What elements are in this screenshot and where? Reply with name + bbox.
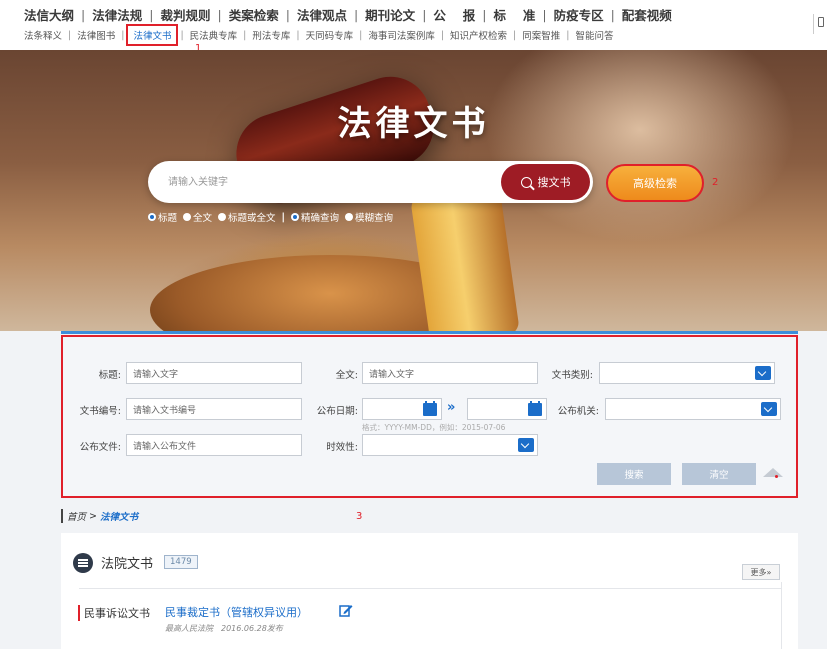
nav-item-standards[interactable]: 标 准 [493,5,535,24]
subnav-item-ip[interactable]: 知识产权检索 [450,28,507,42]
advanced-search-button[interactable]: 高级检索 [606,164,704,202]
phone-icon [818,17,824,27]
subnav-item-tiantong[interactable]: 天同码专库 [306,28,354,42]
subnav-item-interpretation[interactable]: 法条释义 [24,28,62,42]
form-search-button[interactable]: 搜索 [597,463,671,485]
collapse-triangle-icon[interactable] [763,468,783,477]
list-icon [73,553,93,573]
breadcrumb-separator: > [89,510,97,522]
document-title-link[interactable]: 民事裁定书（管辖权异议用） [165,604,308,620]
page-title: 法律文书 [337,104,490,144]
search-input[interactable] [166,173,486,191]
double-arrow-icon: » [447,400,456,415]
search-bar: 搜文书 [148,161,593,203]
docno-input[interactable]: 请输入文书编号 [126,398,302,420]
breadcrumb-home[interactable]: 首页 [67,509,86,523]
nav-item-videos[interactable]: 配套视频 [622,5,672,24]
radio-icon [218,213,227,221]
nav-item-gazette[interactable]: 公 报 [433,5,475,24]
match-option-label: 模糊查询 [355,213,394,224]
search-options: 标题 全文 标题或全文 | 精确查询 模糊查询 [148,210,399,224]
nav-item-outline[interactable]: 法信大纲 [24,5,74,24]
subnav-item-civil-code[interactable]: 民法典专库 [190,28,238,42]
title-input[interactable]: 请输入文字 [126,362,302,384]
subnav-item-qa[interactable]: 智能问答 [575,28,613,42]
more-button[interactable]: 更多» [742,564,780,580]
match-option-exact[interactable]: 精确查询 [291,210,339,224]
form-clear-button[interactable]: 清空 [682,463,756,485]
scope-option-either[interactable]: 标题或全文 [218,210,276,224]
edit-icon[interactable] [339,603,353,617]
subnav-item-similar-cases[interactable]: 同案智推 [522,28,560,42]
breadcrumb-current: 法律文书 [99,512,138,523]
scope-option-label: 标题或全文 [228,213,276,224]
scope-option-label: 标题 [158,213,178,224]
fulltext-label: 全文: [335,370,358,381]
nav-item-journals[interactable]: 期刊论文 [365,5,415,24]
scope-option-title[interactable]: 标题 [148,210,177,224]
search-button[interactable]: 搜文书 [501,164,590,200]
validity-label: 时效性: [326,442,358,453]
title-label: 标题: [98,370,121,381]
advanced-search-label: 高级检索 [633,177,677,190]
subnav-item-maritime[interactable]: 海事司法案例库 [368,28,435,42]
subnav-item-documents[interactable]: 法律文书 [126,24,179,46]
pubdoc-input[interactable]: 请输入公布文件 [126,434,302,456]
date-format-hint: 格式：YYYY-MM-DD，例如：2015-07-06 [362,423,506,432]
card-title: 法院文书 [101,557,154,572]
mobile-link[interactable] [813,14,827,34]
advanced-search-panel: 标题: 请输入文字 全文: 请输入文字 文书类别: 文书编号: 请输入文书编号 … [61,335,798,498]
document-meta: 最高人民法院 2016.06.28发布 [165,624,283,633]
date-from-input[interactable] [362,398,442,420]
collapse-dot [775,475,778,478]
breadcrumb: 首页 > 法律文书 [61,509,138,523]
annotation-2: 2 [712,177,719,188]
docno-label: 文书编号: [79,406,121,417]
calendar-icon[interactable] [528,401,542,416]
search-icon [520,176,532,188]
date-to-input[interactable] [467,398,547,420]
pubdate-label: 公布日期: [316,406,358,417]
fulltext-input[interactable]: 请输入文字 [362,362,538,384]
match-option-fuzzy[interactable]: 模糊查询 [345,210,393,224]
nav-item-case-search[interactable]: 类案检索 [229,5,279,24]
calendar-icon[interactable] [423,401,437,416]
pubdoc-label: 公布文件: [79,442,121,453]
gavel-handle-image [409,184,521,331]
nav-item-rulings[interactable]: 裁判规则 [160,5,210,24]
card-divider [79,588,781,589]
court-documents-card: 法院文书 1479 更多» 民事诉讼文书 民事裁定书（管辖权异议用） 最高人民法… [61,533,798,649]
scope-option-label: 全文 [193,213,213,224]
scope-option-fulltext[interactable]: 全文 [183,210,212,224]
match-option-label: 精确查询 [301,213,340,224]
radio-selected-icon [291,213,300,221]
card-side-divider [781,582,782,649]
top-nav: 法信大纲 | 法律法规 | 裁判规则 | 类案检索 | 法律观点 | 期刊论文 | 公 报 |… [0,0,827,54]
subnav-item-criminal[interactable]: 刑法专库 [252,28,290,42]
document-category: 民事诉讼文书 [78,605,150,621]
doctype-select[interactable] [599,362,775,384]
annotation-3: 3 [356,511,363,522]
search-button-label: 搜文书 [537,176,571,189]
validity-select[interactable] [362,434,538,456]
subnav-item-books[interactable]: 法律图书 [77,28,115,42]
nav-item-laws[interactable]: 法律法规 [92,5,142,24]
radio-selected-icon [148,213,156,221]
agency-select[interactable] [605,398,781,420]
chevron-down-icon [755,366,771,380]
panel-top-border [61,331,798,334]
chevron-down-icon [518,438,534,452]
radio-icon [345,213,354,221]
doctype-label: 文书类别: [551,370,593,381]
sub-nav: 法条释义 | 法律图书 | 法律文书 | 民法典专库 | 刑法专库 | 天同码专库 | 海事… [24,24,614,46]
agency-label: 公布机关: [557,406,599,417]
options-divider: | [281,211,286,223]
nav-item-views[interactable]: 法律观点 [297,5,347,24]
count-badge: 1479 [164,555,198,569]
nav-item-epidemic[interactable]: 防疫专区 [554,5,604,24]
hero-banner: 法律文书 搜文书 高级检索 2 标题 全文 标题或全文 | 精确查询 模糊查询 [0,50,827,331]
radio-icon [183,213,192,221]
chevron-down-icon [761,402,777,416]
main-nav: 法信大纲 | 法律法规 | 裁判规则 | 类案检索 | 法律观点 | 期刊论文 | 公 报 |… [24,5,672,24]
